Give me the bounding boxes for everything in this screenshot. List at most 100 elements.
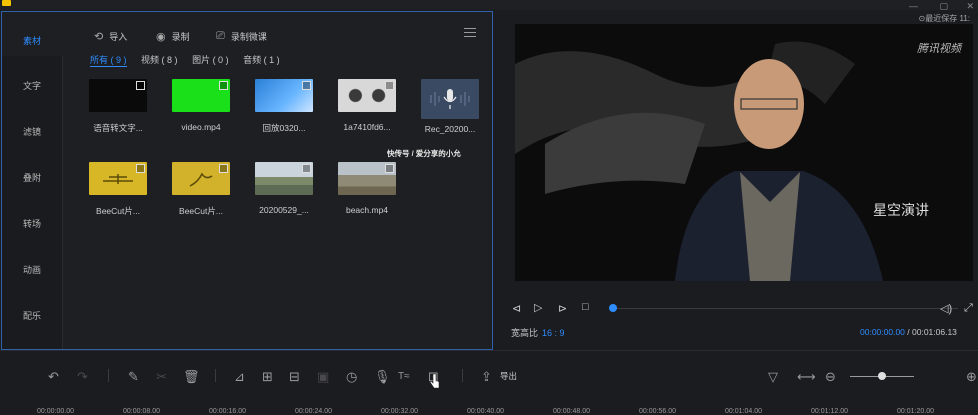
microphone-icon	[430, 89, 470, 109]
save-status: ⊙最近保存 11:	[918, 14, 970, 23]
time-tick: 00:00:16.00	[209, 408, 246, 415]
toolbar-separator	[108, 369, 109, 382]
category-transition[interactable]: 转场	[2, 217, 62, 230]
freeze-frame-icon[interactable]: ▣	[317, 369, 329, 385]
zoom-out-icon[interactable]: ⊖	[825, 369, 836, 385]
media-tile[interactable]: 1a7410fd6...	[329, 79, 405, 132]
media-tile[interactable]: 语音转文字...	[80, 79, 156, 134]
minimize-icon[interactable]: —	[909, 1, 918, 11]
edit-icon[interactable]: ✎	[128, 369, 139, 385]
record-icon: ◉	[156, 31, 166, 43]
media-checkbox[interactable]	[219, 164, 228, 173]
timeline-ruler[interactable]: 00:00:00.00 00:00:08.00 00:00:16.00 00:0…	[0, 396, 978, 415]
app-logo	[2, 0, 11, 6]
zoom-in-icon[interactable]: ⊕	[966, 369, 977, 385]
record-course-label: 录制微课	[230, 32, 267, 42]
import-button[interactable]: ⟲ 导入	[94, 30, 127, 43]
panel-divider	[0, 350, 978, 351]
zoom-handle[interactable]	[878, 372, 886, 380]
time-tick: 00:00:24.00	[295, 408, 332, 415]
text-to-speech-icon[interactable]: T≈	[398, 371, 410, 382]
export-button[interactable]: 导出	[500, 370, 517, 382]
export-icon[interactable]: ⇪	[481, 369, 492, 385]
media-caption: BeeCut片...	[96, 206, 140, 216]
redo-icon[interactable]: ↷	[77, 369, 88, 385]
media-tile[interactable]: 回放0320...	[246, 79, 322, 134]
media-checkbox[interactable]	[136, 164, 145, 173]
category-material[interactable]: 素材	[2, 34, 62, 47]
record-course-button[interactable]: ⎚ 录制微课	[216, 30, 267, 43]
media-caption: beach.mp4	[345, 205, 389, 215]
show-title: 星空演讲	[873, 203, 929, 219]
preview-frame	[515, 41, 883, 281]
prev-frame-icon[interactable]: ⊲	[512, 302, 521, 315]
import-label: 导入	[109, 32, 128, 42]
record-label: 录制	[171, 32, 190, 42]
list-view-icon[interactable]	[464, 28, 476, 38]
filter-image-tab[interactable]: 图片 ( 0 )	[192, 55, 229, 65]
marker-icon[interactable]: ▽	[768, 369, 778, 385]
category-animation[interactable]: 动画	[2, 263, 62, 276]
media-checkbox[interactable]	[136, 81, 145, 90]
filter-video-tab[interactable]: 视频 ( 8 )	[141, 55, 178, 65]
media-library-panel: 素材 文字 滤镜 叠附 转场 动画 配乐 ⟲ 导入 ◉ 录制 ⎚ 录制微课 所有…	[1, 11, 493, 350]
media-checkbox[interactable]	[302, 81, 311, 90]
fullscreen-icon[interactable]: ⤢	[964, 302, 973, 315]
media-caption: BeeCut片...	[179, 206, 223, 216]
media-filter-tabs: 所有 ( 9 ) 视频 ( 8 ) 图片 ( 0 ) 音频 ( 1 )	[90, 53, 292, 67]
media-tile[interactable]: Rec_20200...	[412, 79, 488, 134]
filter-all-tab[interactable]: 所有 ( 9 )	[90, 55, 127, 67]
category-music[interactable]: 配乐	[2, 309, 62, 322]
category-filter[interactable]: 滤镜	[2, 125, 62, 138]
playback-time: 00:00:00.00 / 00:01:06.13	[860, 327, 957, 337]
media-checkbox[interactable]	[302, 164, 311, 173]
record-button[interactable]: ◉ 录制	[156, 30, 190, 43]
voiceover-icon[interactable]: 🎙	[374, 369, 391, 385]
total-time: / 00:01:06.13	[907, 327, 957, 337]
toolbar-separator	[215, 369, 216, 382]
time-tick: 00:00:56.00	[639, 408, 676, 415]
time-tick: 00:01:04.00	[725, 408, 762, 415]
media-tile[interactable]: video.mp4	[163, 79, 239, 132]
media-checkbox[interactable]	[385, 164, 394, 173]
title-bar: — ▢ ✕	[0, 0, 978, 12]
volume-icon[interactable]: ◁)	[940, 302, 952, 315]
split-icon[interactable]: ⊟	[289, 369, 300, 385]
delete-icon[interactable]: 🗑	[183, 369, 200, 385]
close-icon[interactable]: ✕	[966, 1, 974, 12]
fit-timeline-icon[interactable]: ⟷	[797, 369, 816, 385]
media-thumbnail	[421, 79, 479, 119]
crop-icon[interactable]: ⊿	[234, 369, 245, 385]
media-checkbox[interactable]	[219, 81, 228, 90]
filter-audio-tab[interactable]: 音频 ( 1 )	[243, 55, 280, 65]
media-caption: 20200529_...	[259, 205, 309, 215]
video-preview[interactable]: 腾讯视频 星空演讲	[515, 24, 973, 281]
mosaic-icon[interactable]: ⊞	[262, 369, 273, 385]
stop-icon[interactable]: □	[582, 301, 589, 313]
aspect-ratio[interactable]: 宽高比 16 : 9	[511, 326, 565, 339]
media-tile[interactable]: 20200529_...	[246, 162, 322, 215]
play-icon[interactable]: ▷	[534, 301, 542, 314]
media-thumbnail	[255, 79, 313, 112]
media-thumbnail	[255, 162, 313, 195]
media-tile[interactable]: BeeCut片...	[163, 162, 239, 217]
category-overlay[interactable]: 叠附	[2, 171, 62, 184]
undo-icon[interactable]: ↶	[48, 369, 59, 385]
media-caption: video.mp4	[181, 122, 221, 132]
media-tile[interactable]: beach.mp4	[329, 162, 405, 215]
media-thumbnail	[172, 162, 230, 195]
next-frame-icon[interactable]: ⊳	[558, 302, 567, 315]
media-caption: 回放0320...	[262, 123, 306, 133]
category-text[interactable]: 文字	[2, 79, 62, 92]
media-checkbox[interactable]	[385, 81, 394, 90]
mouse-cursor	[430, 373, 440, 389]
time-tick: 00:01:20.00	[897, 408, 934, 415]
aspect-ratio-label: 宽高比	[511, 328, 539, 338]
tencent-video-logo: 腾讯视频	[917, 43, 961, 55]
seek-handle[interactable]	[609, 304, 617, 312]
cut-icon[interactable]: ✂	[156, 369, 167, 385]
speed-icon[interactable]: ◷	[346, 369, 357, 385]
seek-bar[interactable]	[613, 308, 958, 309]
media-tile[interactable]: BeeCut片...	[80, 162, 156, 217]
maximize-icon[interactable]: ▢	[939, 1, 948, 12]
